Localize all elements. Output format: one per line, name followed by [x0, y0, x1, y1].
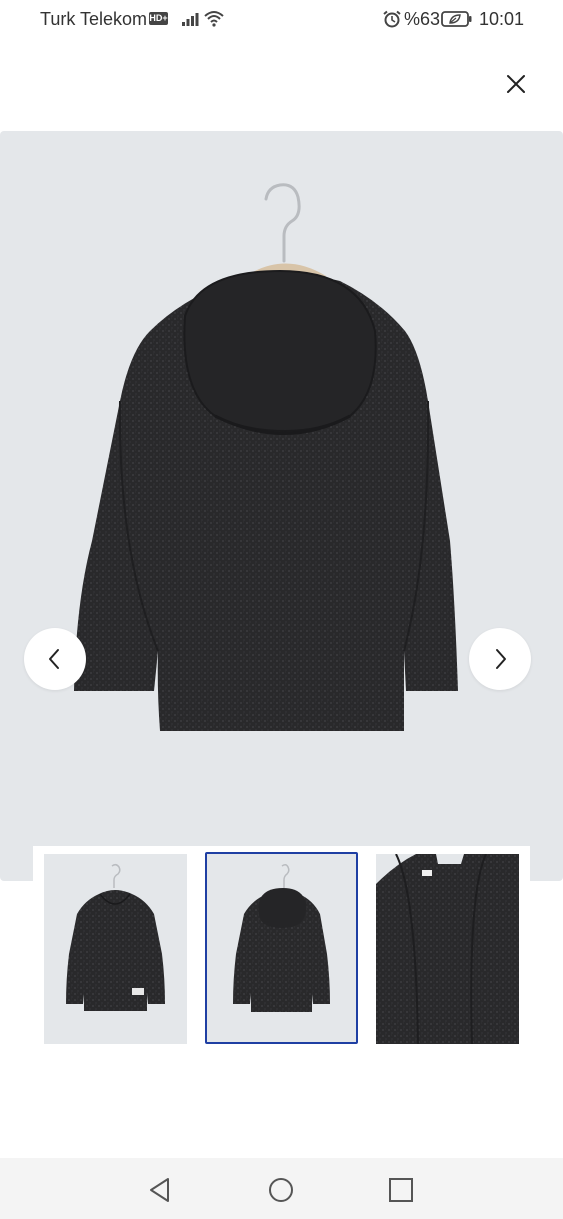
hoodie-back-image: [74, 183, 458, 731]
back-triangle-icon: [150, 1178, 169, 1202]
battery-percent: %63: [404, 9, 441, 29]
recent-apps-button[interactable]: [387, 1176, 415, 1204]
battery-leaf-icon: [441, 10, 473, 33]
close-icon: [507, 75, 525, 93]
thumbnail-back-selected[interactable]: [205, 852, 358, 1044]
close-button[interactable]: [496, 64, 536, 104]
clock: 10:01: [479, 9, 525, 29]
next-image-button[interactable]: [469, 628, 531, 690]
hd-badge: HD+: [149, 12, 168, 25]
previous-image-button[interactable]: [24, 628, 86, 690]
chevron-right-icon: [496, 649, 506, 669]
wifi-icon: [204, 10, 224, 32]
thumbnail-strip: [33, 846, 530, 1056]
back-button[interactable]: [146, 1176, 174, 1204]
thumbnail-detail[interactable]: [376, 854, 519, 1044]
home-circle-icon: [269, 1178, 293, 1202]
carrier-name: Turk Telekom: [40, 9, 148, 29]
system-navigation-bar: [0, 1158, 563, 1219]
thumbnail-front[interactable]: [44, 854, 187, 1044]
alarm-icon: [382, 10, 402, 33]
status-bar: Turk Telekom HD+ %63 10:01: [0, 0, 563, 40]
chevron-left-icon: [49, 649, 59, 669]
main-product-image[interactable]: [0, 131, 563, 881]
recent-square-icon: [389, 1178, 413, 1202]
signal-icon: [182, 11, 200, 32]
home-button[interactable]: [267, 1176, 295, 1204]
